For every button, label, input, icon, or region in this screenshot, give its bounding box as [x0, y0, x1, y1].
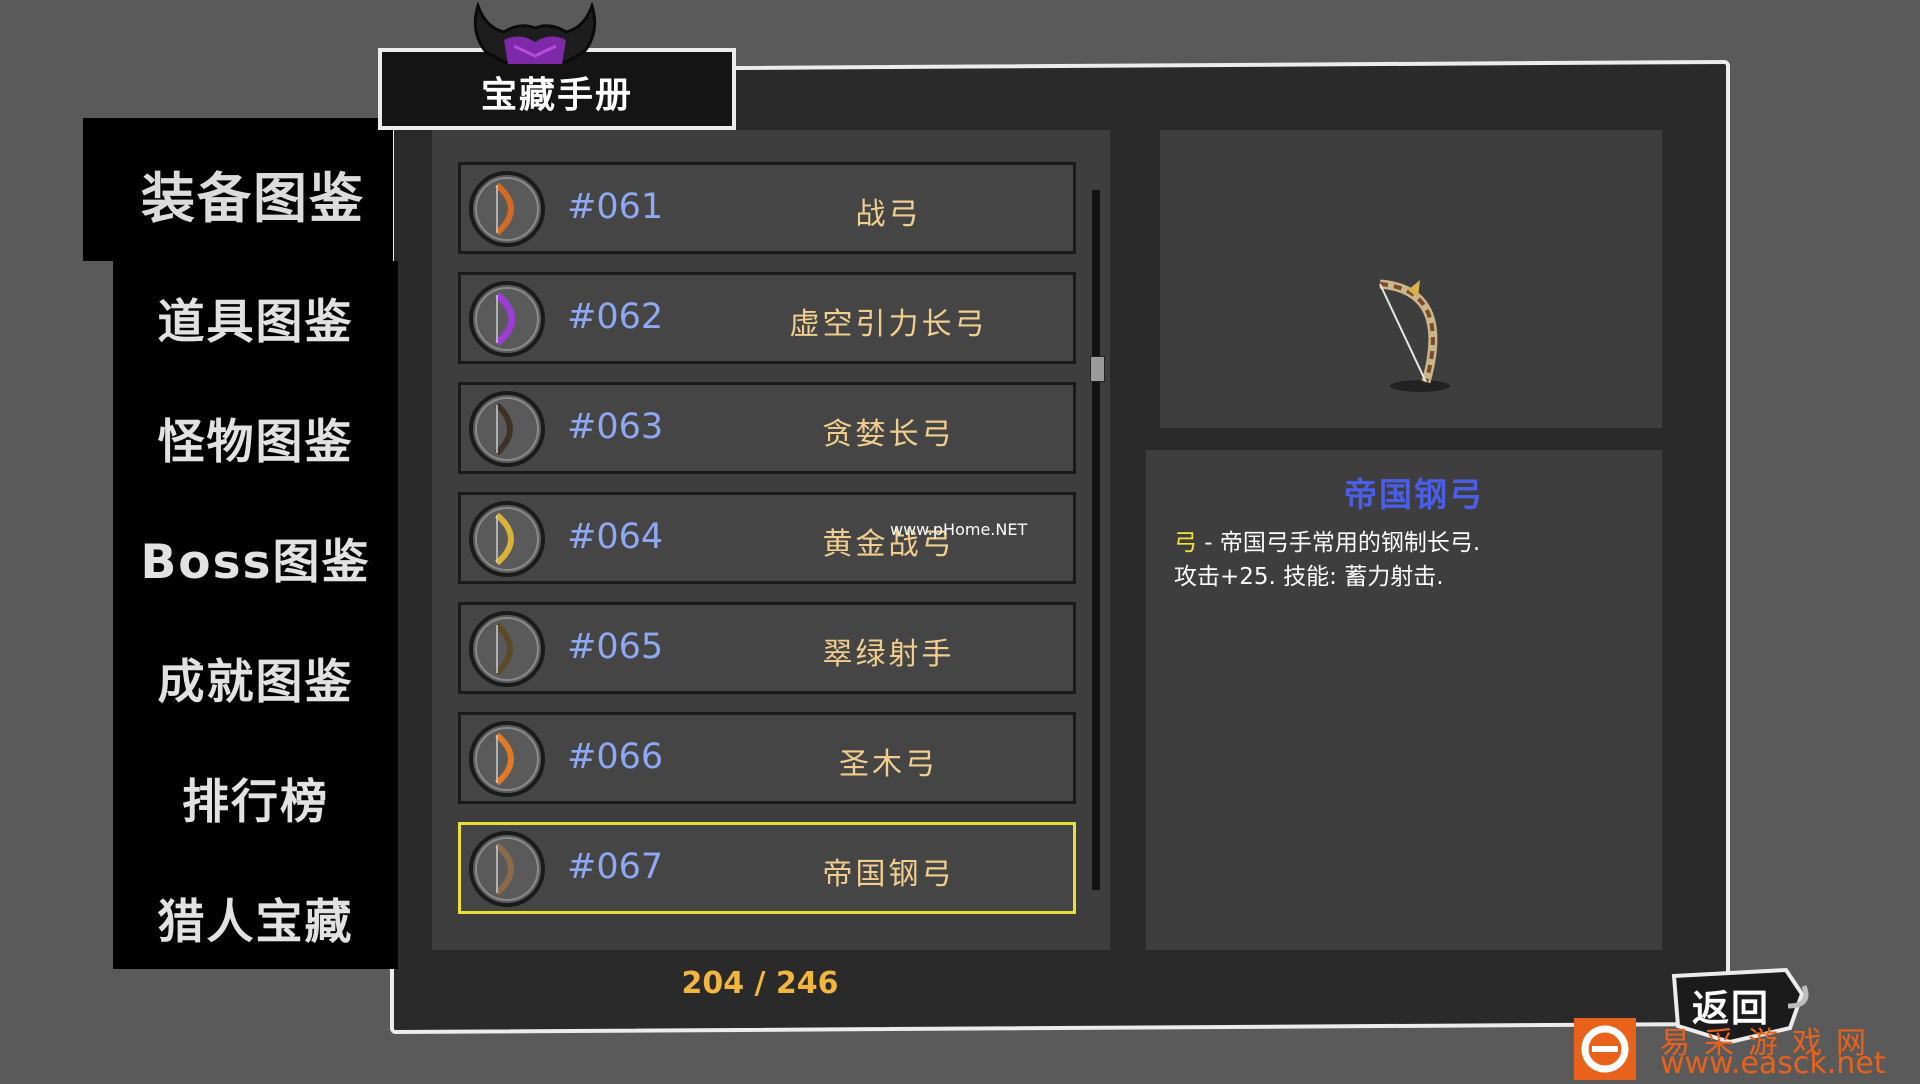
sidebar-item-achievements[interactable]: 成就图鉴	[113, 643, 398, 712]
purple-bow-icon	[469, 281, 545, 357]
detail-item-name: 帝国钢弓	[1344, 475, 1484, 514]
item-id: #061	[567, 187, 664, 227]
steel-bow-icon	[469, 831, 545, 907]
item-description-panel	[1146, 450, 1662, 950]
description-line-1: - 帝国弓手常用的钢制长弓.	[1197, 530, 1481, 556]
sidebar-item-leaderboard[interactable]: 排行榜	[113, 763, 398, 832]
item-name: 战弓	[855, 197, 922, 232]
page-title: 宝藏手册	[480, 75, 633, 116]
item-id: #065	[567, 627, 664, 667]
description-line-2: 攻击+25. 技能: 蓄力射击.	[1174, 564, 1444, 590]
list-item[interactable]: #063 贪婪长弓	[458, 382, 1076, 474]
item-id: #063	[567, 407, 664, 447]
item-name: 帝国钢弓	[822, 857, 955, 892]
green-bow-icon	[469, 611, 545, 687]
site-logo-icon	[1574, 1018, 1636, 1080]
item-id: #067	[567, 847, 664, 887]
sidebar-item-equipment[interactable]: 装备图鉴	[83, 118, 393, 261]
list-item[interactable]: #061 战弓	[458, 162, 1076, 254]
sidebar: 道具图鉴 怪物图鉴 Boss图鉴 成就图鉴 排行榜 猎人宝藏	[113, 261, 398, 969]
item-id: #066	[567, 737, 664, 777]
item-name: 圣木弓	[839, 747, 938, 782]
orange-bow-icon	[469, 721, 545, 797]
scrollbar-track[interactable]	[1092, 190, 1100, 890]
sidebar-item-monsters[interactable]: 怪物图鉴	[113, 403, 398, 472]
item-id: #062	[567, 297, 664, 337]
scrollbar-thumb[interactable]	[1090, 356, 1105, 382]
list-item[interactable]: #066 圣木弓	[458, 712, 1076, 804]
site-branding-url: www.easck.net	[1660, 1046, 1886, 1081]
item-name: 虚空引力长弓	[789, 307, 988, 342]
collection-count: 204 / 246	[681, 966, 839, 1001]
detail-description: 弓 - 帝国弓手常用的钢制长弓. 攻击+25. 技能: 蓄力射击.	[1174, 526, 1654, 594]
item-name: 贪婪长弓	[822, 417, 955, 452]
list-item-selected[interactable]: #067 帝国钢弓	[458, 822, 1076, 914]
item-id: #064	[567, 517, 664, 557]
sidebar-item-props[interactable]: 道具图鉴	[113, 283, 398, 352]
steel-bow-icon	[1379, 279, 1450, 392]
list-item[interactable]: #062 虚空引力长弓	[458, 272, 1076, 364]
sidebar-item-hunter-treasure[interactable]: 猎人宝藏	[113, 883, 398, 952]
item-type-keyword: 弓	[1174, 530, 1197, 556]
demon-horns-emblem-icon	[473, 2, 597, 64]
watermark: www.pHome.NET	[890, 520, 1028, 539]
sidebar-item-boss[interactable]: Boss图鉴	[113, 523, 398, 592]
list-item[interactable]: #065 翠绿射手	[458, 602, 1076, 694]
sidebar-item-label: 装备图鉴	[141, 167, 365, 230]
item-name: 翠绿射手	[822, 637, 955, 672]
golden-bow-icon	[469, 501, 545, 577]
orange-bow-icon	[469, 171, 545, 247]
dark-bow-icon	[469, 391, 545, 467]
